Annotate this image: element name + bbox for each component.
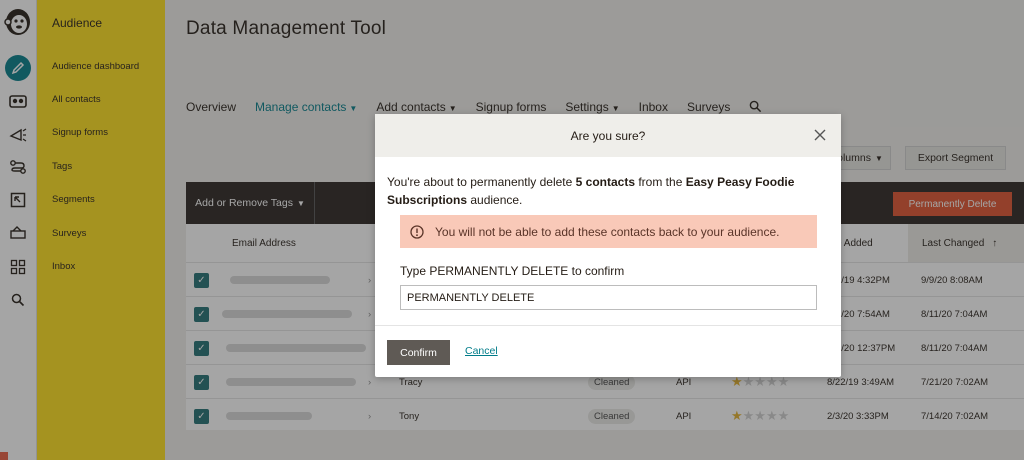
confirm-button[interactable]: Confirm [387, 340, 450, 365]
dialog-title: Are you sure? [570, 128, 646, 143]
confirm-field-label: Type PERMANENTLY DELETE to confirm [400, 264, 625, 278]
warning-icon [410, 224, 424, 239]
close-icon[interactable] [811, 126, 829, 144]
delete-confirm-dialog: Are you sure? You're about to permanentl… [375, 114, 841, 377]
message-prefix: You're about to permanently delete [387, 175, 576, 189]
warning-banner: You will not be able to add these contac… [400, 215, 817, 248]
dialog-header: Are you sure? [375, 114, 841, 157]
warning-text: You will not be able to add these contac… [435, 224, 780, 239]
dialog-message: You're about to permanently delete 5 con… [387, 173, 817, 209]
confirm-text-input[interactable] [400, 285, 817, 310]
message-suffix: audience. [467, 193, 523, 207]
message-middle: from the [635, 175, 686, 189]
cancel-link[interactable]: Cancel [465, 345, 498, 357]
message-contact-count: 5 contacts [575, 175, 636, 189]
dialog-footer: Confirm Cancel [375, 325, 841, 377]
